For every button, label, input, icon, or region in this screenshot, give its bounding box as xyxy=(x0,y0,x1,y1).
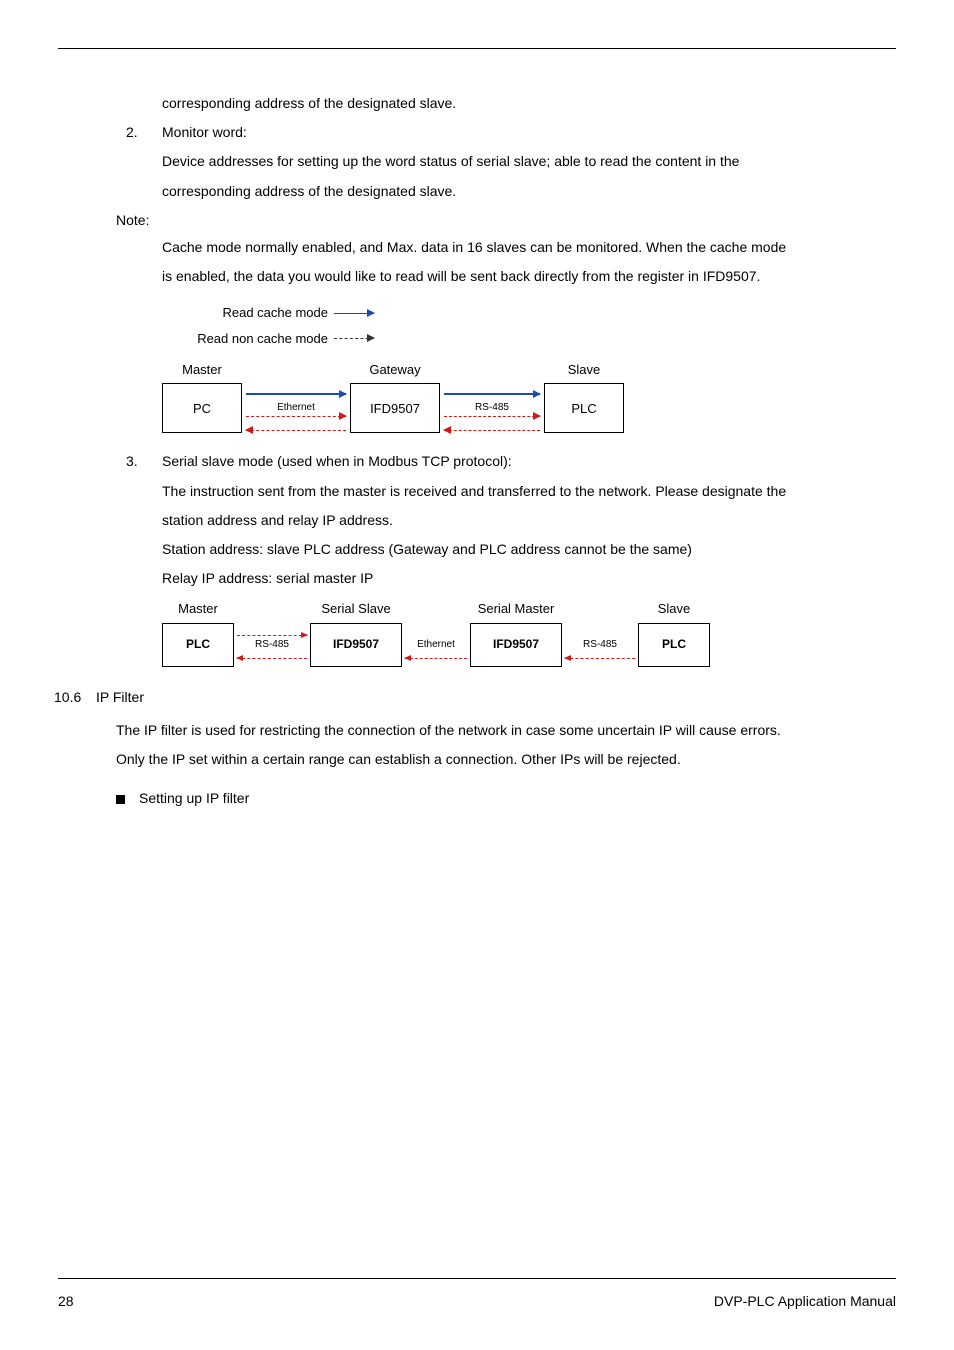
arrow-left-dashed-icon xyxy=(565,658,635,659)
section-title: IP Filter xyxy=(96,689,144,705)
diagram1-boxes: PC Ethernet IFD9507 RS-485 PLC xyxy=(162,383,896,433)
legend-noncache-label: Read non cache mode xyxy=(162,327,334,350)
arrow-right-solid-icon xyxy=(444,393,540,395)
diagram-serial-slave: Master Serial Slave Serial Master Slave … xyxy=(162,597,896,666)
manual-title: DVP-PLC Application Manual xyxy=(714,1289,896,1314)
diagram2-headers: Master Serial Slave Serial Master Slave xyxy=(162,597,896,620)
header-rule xyxy=(58,48,896,49)
item3-line1: The instruction sent from the master is … xyxy=(126,479,896,504)
item3-line3: Station address: slave PLC address (Gate… xyxy=(126,537,896,562)
arrow-solid-icon xyxy=(334,313,374,314)
list-item-2: 2.Monitor word: xyxy=(126,120,896,145)
arrow-right-dashed-icon xyxy=(444,416,540,417)
arrow-left-dashed-icon xyxy=(237,658,307,659)
page-number: 28 xyxy=(58,1289,74,1314)
arrow-left-dashed-icon xyxy=(444,430,540,431)
item2-number: 2. xyxy=(126,120,162,145)
bullet-text: Setting up IP filter xyxy=(139,790,249,806)
conn-eth-2: Ethernet xyxy=(402,623,470,667)
legend-cache: Read cache mode xyxy=(162,301,896,324)
note-line1: Cache mode normally enabled, and Max. da… xyxy=(126,235,896,260)
diagram2-boxes: PLC RS-485 IFD9507 Ethernet IFD9507 RS-4… xyxy=(162,623,896,667)
note-label: Note: xyxy=(116,208,896,233)
conn-eth-label-2: Ethernet xyxy=(417,636,455,654)
square-bullet-icon xyxy=(116,795,125,804)
box-ifd-1: IFD9507 xyxy=(310,623,402,667)
bullet-item: Setting up IP filter xyxy=(116,786,896,811)
box-plc: PLC xyxy=(544,383,624,433)
box-pc: PC xyxy=(162,383,242,433)
sec-line2: Only the IP set within a certain range c… xyxy=(116,747,896,772)
arrow-right-solid-icon xyxy=(246,393,346,395)
sec-line1: The IP filter is used for restricting th… xyxy=(116,718,896,743)
conn-rs-label-1: RS-485 xyxy=(255,636,289,654)
hdr2-slave: Slave xyxy=(638,597,710,620)
box-ifd-2: IFD9507 xyxy=(470,623,562,667)
hdr-slave: Slave xyxy=(544,358,624,381)
box-plc-left: PLC xyxy=(162,623,234,667)
main-content: corresponding address of the designated … xyxy=(58,91,896,812)
hdr2-master: Master xyxy=(162,597,234,620)
hdr-master: Master xyxy=(162,358,242,381)
conn-rs-1: RS-485 xyxy=(234,623,310,667)
para-corresponding: corresponding address of the designated … xyxy=(126,91,896,116)
conn-rs-label: RS-485 xyxy=(475,399,509,417)
box-ifd9507: IFD9507 xyxy=(350,383,440,433)
arrow-right-dashed-icon xyxy=(246,416,346,417)
conn-rs-label-2: RS-485 xyxy=(583,636,617,654)
hdr2-serial-master: Serial Master xyxy=(470,597,562,620)
diagram1-headers: Master Gateway Slave xyxy=(162,358,896,381)
item3-title: Serial slave mode (used when in Modbus T… xyxy=(162,449,512,474)
legend-noncache: Read non cache mode xyxy=(162,327,896,350)
conn-rs-2: RS-485 xyxy=(562,623,638,667)
conn-rs485: RS-485 xyxy=(440,383,544,433)
conn-eth-label: Ethernet xyxy=(277,399,315,417)
arrow-left-dashed-icon xyxy=(405,658,467,659)
legend-cache-label: Read cache mode xyxy=(162,301,334,324)
section-number: 10.6 xyxy=(54,685,96,710)
box-plc-right: PLC xyxy=(638,623,710,667)
hdr-gateway: Gateway xyxy=(350,358,440,381)
item3-line2: station address and relay IP address. xyxy=(126,508,896,533)
item2-title: Monitor word: xyxy=(162,120,247,145)
note-line2: is enabled, the data you would like to r… xyxy=(126,264,896,289)
conn-ethernet: Ethernet xyxy=(242,383,350,433)
page-footer: 28 DVP-PLC Application Manual xyxy=(58,1278,896,1314)
item2-line2: corresponding address of the designated … xyxy=(126,179,896,204)
list-item-3: 3.Serial slave mode (used when in Modbus… xyxy=(126,449,896,474)
item3-line4: Relay IP address: serial master IP xyxy=(126,566,896,591)
hdr2-serial-slave: Serial Slave xyxy=(310,597,402,620)
section-heading: 10.6IP Filter xyxy=(54,685,896,710)
item3-number: 3. xyxy=(126,449,162,474)
item2-line1: Device addresses for setting up the word… xyxy=(126,149,896,174)
arrow-dashed-icon xyxy=(334,338,374,339)
arrow-left-dashed-icon xyxy=(246,430,346,431)
diagram-cache-mode: Read cache mode Read non cache mode Mast… xyxy=(162,301,896,433)
